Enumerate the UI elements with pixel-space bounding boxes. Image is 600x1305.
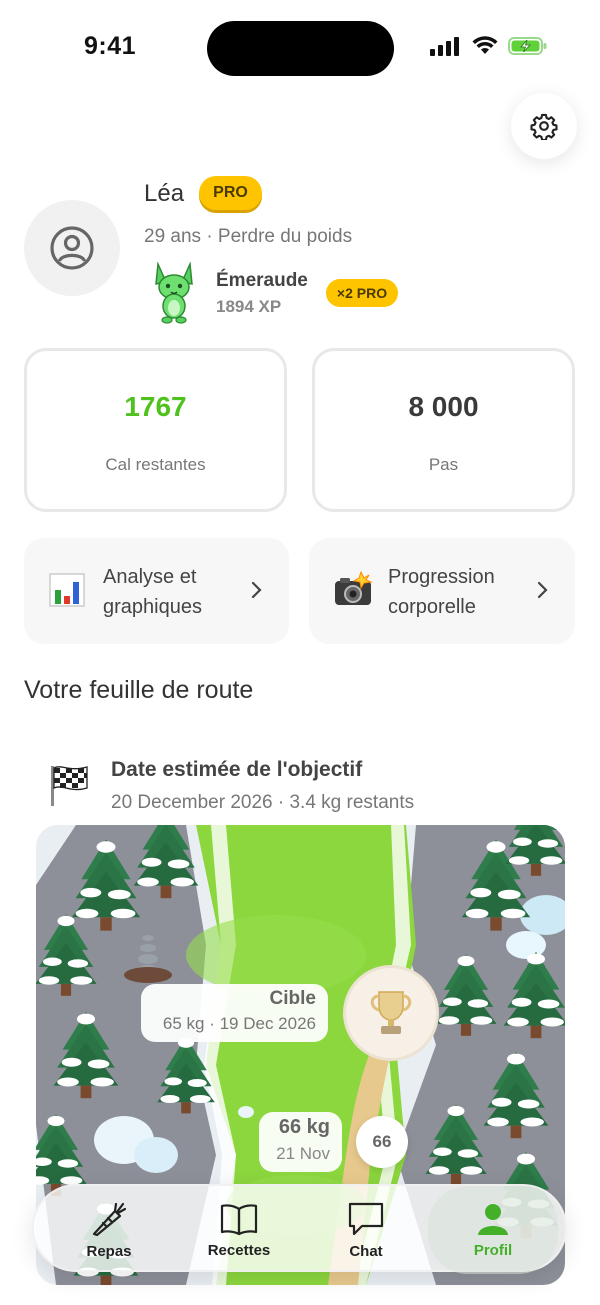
- status-time: 9:41: [84, 32, 137, 60]
- carrot-icon: [92, 1202, 127, 1236]
- current-date: 21 Nov: [276, 1144, 330, 1163]
- calories-value: 1767: [124, 391, 187, 422]
- bottom-nav: Repas Recettes Chat Profil: [32, 1184, 567, 1274]
- person-icon: [478, 1203, 508, 1235]
- target-label: Cible: [269, 988, 316, 1009]
- wifi-icon: [472, 36, 498, 54]
- settings-button[interactable]: [511, 93, 577, 159]
- xp-multiplier-badge: ×2 PRO: [326, 279, 398, 307]
- dynamic-island: [207, 21, 394, 76]
- chat-bubble-icon: [348, 1202, 384, 1235]
- battery-charging-icon: [508, 37, 547, 55]
- trophy-icon: [370, 991, 412, 1034]
- bar-chart-icon: [49, 573, 85, 607]
- steps-card[interactable]: 8 000 Pas: [312, 348, 575, 512]
- nav-label-chat: Chat: [349, 1242, 383, 1260]
- pro-badge: PRO: [199, 176, 262, 210]
- camera-flash-icon: [335, 570, 373, 605]
- user-icon: [50, 226, 94, 270]
- chevron-right-icon: [537, 581, 548, 599]
- checkered-flag-icon: [51, 766, 88, 806]
- roadmap-section-title: Votre feuille de route: [24, 676, 254, 704]
- nav-tab-recipes[interactable]: Recettes: [174, 1186, 304, 1274]
- analytics-link[interactable]: Analyse et graphiques: [24, 538, 289, 644]
- target-detail: 65 kg · 19 Dec 2026: [162, 1014, 316, 1033]
- nav-label-meals: Repas: [86, 1242, 132, 1260]
- nav-tab-meals[interactable]: Repas: [44, 1186, 174, 1274]
- fox-mascot-icon: [155, 262, 193, 324]
- steps-value: 8 000: [408, 391, 479, 422]
- steps-label: Pas: [428, 455, 459, 474]
- signal-icon: [430, 37, 459, 56]
- level-name: Émeraude: [216, 270, 308, 291]
- nav-label-recipes: Recettes: [207, 1241, 271, 1259]
- calories-label: Cal restantes: [105, 455, 206, 474]
- milestone-node[interactable]: 66: [356, 1116, 408, 1168]
- body-progress-link[interactable]: Progression corporelle: [309, 538, 575, 644]
- avatar[interactable]: [24, 200, 120, 296]
- nav-tab-chat[interactable]: Chat: [301, 1186, 431, 1274]
- status-icons: [430, 36, 548, 56]
- analytics-label: Analyse et graphiques: [103, 566, 202, 618]
- current-weight-bubble: 66 kg 21 Nov: [259, 1112, 342, 1172]
- target-bubble: Cible 65 kg · 19 Dec 2026: [141, 984, 328, 1042]
- body-progress-label: Progression corporelle: [388, 566, 495, 618]
- book-icon: [220, 1203, 258, 1235]
- target-node[interactable]: [343, 965, 439, 1061]
- goal-date-title: Date estimée de l'objectif: [111, 758, 363, 781]
- nav-label-profile: Profil: [473, 1241, 513, 1259]
- gear-icon: [530, 113, 558, 140]
- current-weight: 66 kg: [278, 1116, 330, 1138]
- calories-card[interactable]: 1767 Cal restantes: [24, 348, 287, 512]
- nav-tab-profile[interactable]: Profil: [428, 1186, 558, 1274]
- goal-date-subtitle: 20 December 2026 · 3.4 kg restants: [111, 792, 415, 813]
- status-bar: 9:41: [0, 0, 600, 96]
- chevron-right-icon: [251, 581, 262, 599]
- user-name: Léa: [144, 180, 185, 207]
- xp-count: 1894 XP: [216, 297, 282, 316]
- user-subtitle: 29 ans · Perdre du poids: [144, 226, 353, 247]
